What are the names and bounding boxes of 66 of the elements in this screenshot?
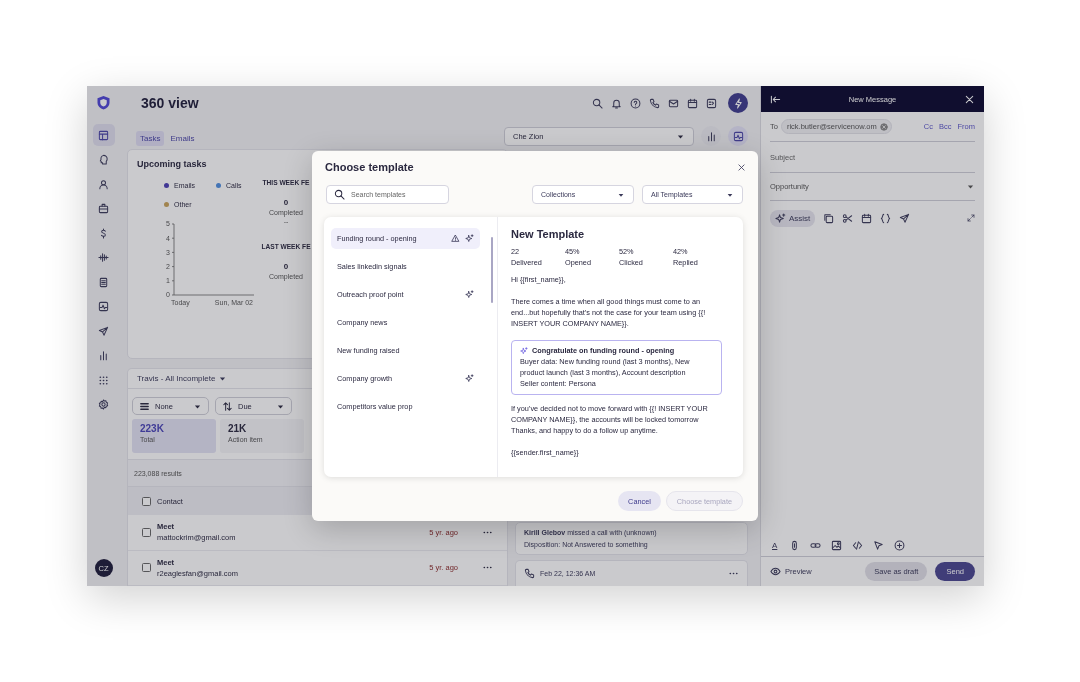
chart-icon — [732, 130, 744, 142]
caret-icon — [966, 182, 975, 191]
braces-icon[interactable] — [880, 212, 892, 224]
dollar-icon — [98, 227, 109, 239]
send-icon[interactable] — [899, 212, 911, 224]
calendar-icon[interactable] — [687, 97, 698, 109]
list-icon — [139, 401, 150, 412]
dialog-title: Choose template — [325, 161, 414, 173]
text-format-button[interactable]: A — [770, 541, 780, 550]
caret-icon — [193, 402, 202, 411]
page-title: 360 view — [141, 95, 199, 111]
bar-chart-icon — [98, 350, 109, 361]
card-title: Upcoming tasks — [137, 159, 207, 169]
sparkle-icon — [520, 346, 528, 355]
close-icon[interactable] — [737, 162, 746, 172]
bar-chart-button[interactable] — [701, 126, 721, 146]
caret-icon — [276, 402, 285, 411]
assist-button[interactable]: Assist — [770, 209, 816, 227]
sparkle-icon — [775, 212, 786, 224]
scissors-icon[interactable] — [842, 212, 854, 224]
tab[interactable]: Emails — [166, 131, 199, 146]
bar-chart-icon — [705, 130, 717, 142]
code-icon[interactable] — [852, 540, 864, 551]
settings-icon — [98, 399, 109, 410]
chart-icon — [98, 301, 109, 312]
close-icon[interactable] — [964, 93, 975, 105]
collapse-icon[interactable] — [770, 93, 781, 105]
remove-icon[interactable] — [879, 122, 888, 131]
scrollbar[interactable] — [491, 237, 493, 303]
stat-value: 0 — [283, 198, 289, 207]
list-filter-dropdown[interactable]: Travis - All Incomplete — [137, 374, 228, 384]
tab[interactable]: Tasks — [136, 131, 165, 146]
waveform-icon — [98, 252, 109, 263]
quick-action-button[interactable] — [728, 93, 748, 113]
layout-icon — [98, 129, 109, 141]
bell-icon[interactable] — [611, 97, 622, 109]
person-icon — [98, 178, 109, 190]
checkbox[interactable] — [142, 563, 151, 573]
calendar-icon[interactable] — [861, 212, 873, 224]
mail-icon[interactable] — [668, 97, 679, 109]
search-icon[interactable] — [592, 97, 603, 109]
checkbox[interactable] — [142, 528, 151, 537]
template-title: New Template — [511, 227, 586, 241]
checkbox[interactable] — [142, 496, 151, 506]
head-icon — [98, 154, 109, 165]
add-icon[interactable] — [894, 540, 906, 551]
expand-icon[interactable] — [967, 214, 975, 222]
document-icon — [98, 276, 109, 288]
eye-icon — [770, 566, 781, 577]
briefcase-icon — [98, 203, 109, 214]
apps-icon — [98, 374, 109, 386]
logo-icon — [96, 95, 111, 110]
link-icon[interactable] — [810, 540, 822, 551]
send-icon — [98, 325, 109, 337]
nav-button[interactable] — [92, 124, 115, 146]
chart-view-button[interactable] — [728, 126, 748, 146]
pointer-icon[interactable] — [873, 540, 885, 551]
phone-icon — [524, 568, 535, 579]
help-icon[interactable] — [630, 97, 641, 109]
image-icon[interactable] — [831, 540, 843, 551]
contact-card-icon[interactable] — [706, 97, 717, 109]
copy-icon[interactable] — [823, 212, 835, 224]
sort-icon — [222, 401, 233, 412]
bolt-icon — [732, 97, 744, 109]
stat-value: 0 — [283, 262, 289, 271]
phone-icon[interactable] — [649, 97, 660, 109]
